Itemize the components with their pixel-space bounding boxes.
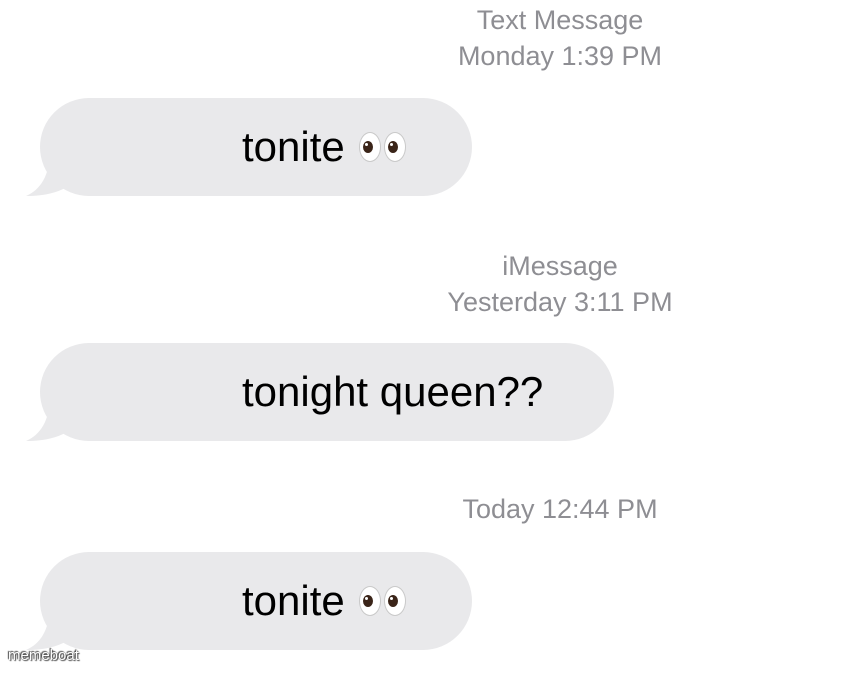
eyes-emoji-icon [358, 132, 406, 162]
timestamp: Monday 1:39 PM [457, 41, 663, 71]
received-message-bubble[interactable]: tonite [26, 98, 472, 196]
watermark: memeboat [8, 647, 79, 664]
timestamp: Today 12:44 PM [462, 494, 658, 524]
message-text: tonite [242, 123, 345, 170]
received-message-bubble[interactable]: tonite [26, 552, 472, 650]
message-meta-3: Today 12:44 PM [430, 491, 690, 527]
bubble-tail [26, 395, 72, 441]
eye-left [358, 132, 381, 162]
message-text: tonite [242, 577, 345, 624]
eyes-emoji-icon [358, 586, 406, 616]
timestamp: Yesterday 3:11 PM [447, 287, 673, 317]
bubble-tail [26, 150, 72, 196]
eye-right [383, 132, 406, 162]
message-meta-1: Text Message Monday 1:39 PM [430, 2, 690, 74]
eye-right [383, 586, 406, 616]
eye-left [358, 586, 381, 616]
message-meta-2: iMessage Yesterday 3:11 PM [430, 248, 690, 320]
service-label: Text Message [476, 5, 644, 35]
service-label: iMessage [502, 251, 618, 281]
bubble-tail [26, 604, 72, 650]
message-text: tonight queen?? [242, 368, 544, 415]
received-message-bubble[interactable]: tonight queen?? [26, 343, 614, 441]
